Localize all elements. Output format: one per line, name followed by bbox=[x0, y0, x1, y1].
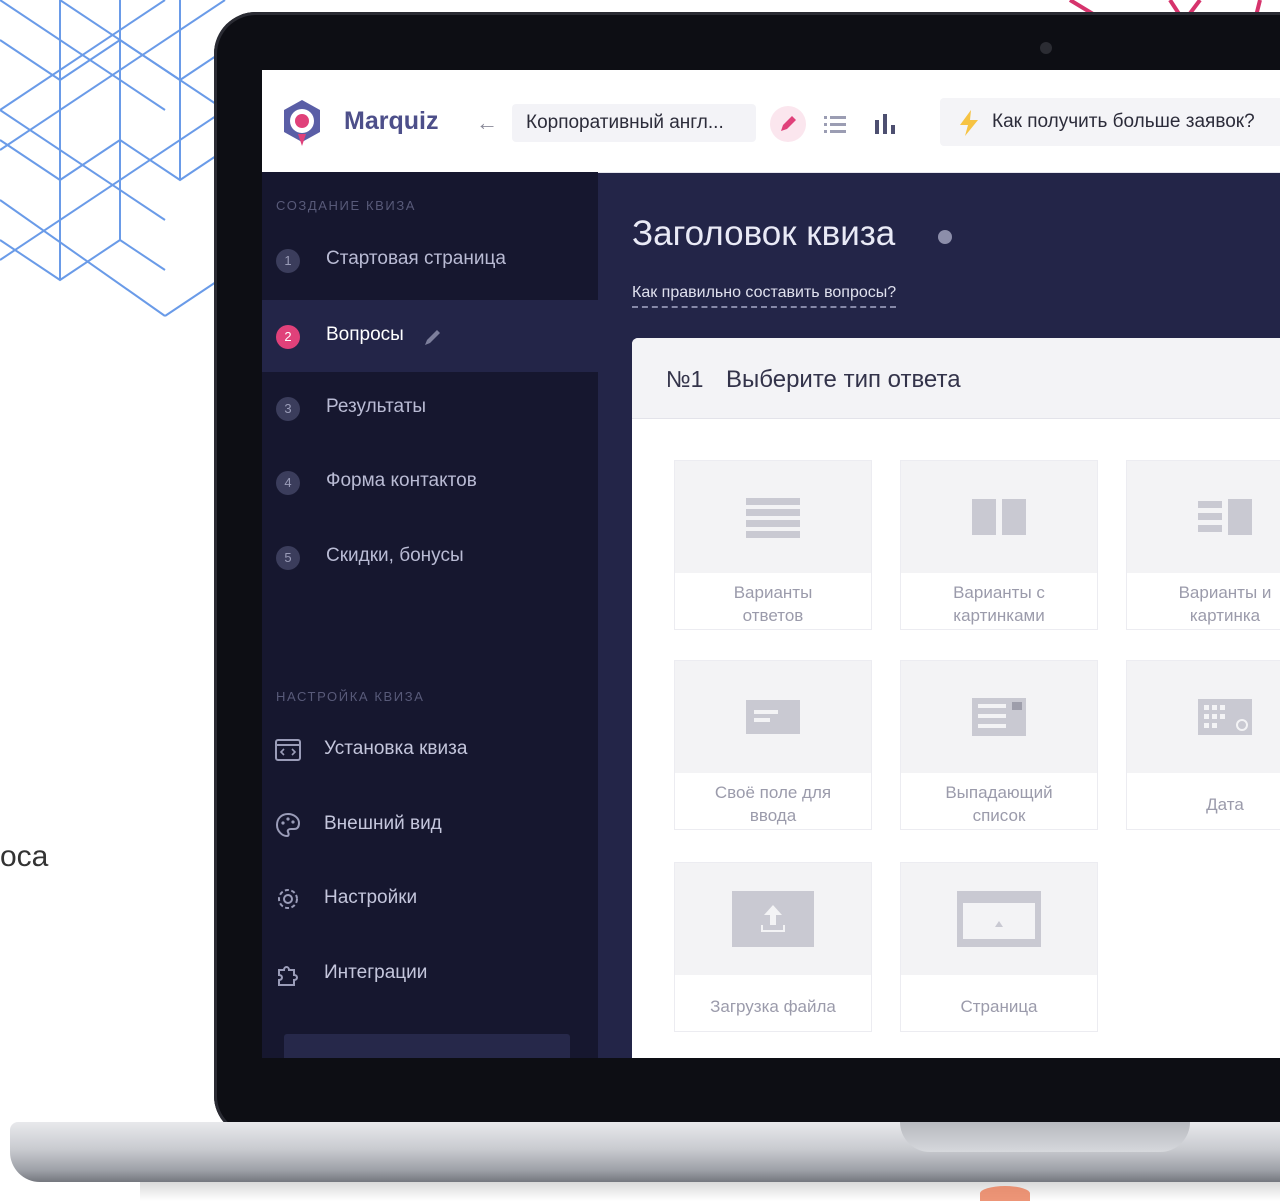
step-label: Результаты bbox=[326, 396, 427, 417]
stats-bars-icon[interactable] bbox=[872, 110, 898, 138]
sidebar-bottom-button[interactable] bbox=[284, 1034, 570, 1058]
step-label: Вопросы bbox=[326, 324, 404, 345]
how-to-questions-link[interactable]: Как правильно составить вопросы? bbox=[632, 284, 897, 308]
sidebar-item-label: Внешний вид bbox=[324, 813, 442, 834]
sidebar-item-label: Настройки bbox=[324, 887, 418, 908]
answer-type-options[interactable]: Варианты ответов bbox=[674, 460, 872, 630]
answer-type-image-options[interactable]: Варианты с картинками bbox=[900, 460, 1098, 630]
sidebar-item-settings[interactable]: Настройки bbox=[262, 869, 598, 929]
section-title-settings: НАСТРОЙКА КВИЗА bbox=[276, 689, 425, 704]
page-icon bbox=[957, 891, 1041, 947]
text-field-icon bbox=[746, 700, 800, 734]
question-header: №1 Выберите тип ответа bbox=[632, 338, 1280, 419]
sidebar-step-results[interactable]: 3 Результаты bbox=[262, 372, 598, 444]
step-number: 2 bbox=[276, 325, 300, 349]
quiz-title[interactable]: Заголовок квиза bbox=[632, 214, 895, 254]
step-number: 1 bbox=[276, 249, 300, 273]
step-label: Скидки, бонусы bbox=[326, 545, 464, 566]
step-label: Форма контактов bbox=[326, 470, 477, 491]
marquiz-logo-icon[interactable] bbox=[276, 96, 328, 148]
calendar-icon bbox=[1198, 699, 1252, 735]
answer-type-date[interactable]: Дата bbox=[1126, 660, 1280, 830]
answer-type-label: Варианты ответов bbox=[733, 583, 813, 625]
answer-type-label: Выпадающий список bbox=[945, 783, 1053, 825]
answer-type-options-and-image[interactable]: Варианты и картинка bbox=[1126, 460, 1280, 630]
list-view-icon[interactable] bbox=[822, 110, 848, 138]
brand-name[interactable]: Marquiz bbox=[344, 107, 438, 136]
palette-icon bbox=[275, 812, 301, 838]
step-number: 5 bbox=[276, 546, 300, 570]
answer-type-page[interactable]: Страница bbox=[900, 862, 1098, 1032]
answer-type-label: Загрузка файла bbox=[710, 997, 836, 1016]
step-number: 4 bbox=[276, 471, 300, 495]
answer-type-dropdown[interactable]: Выпадающий список bbox=[900, 660, 1098, 830]
sidebar-item-label: Интеграции bbox=[324, 962, 428, 983]
sidebar-item-label: Установка квиза bbox=[324, 738, 468, 759]
section-title-creation: СОЗДАНИЕ КВИЗА bbox=[276, 198, 417, 213]
lightning-icon bbox=[960, 110, 978, 136]
question-number: №1 bbox=[666, 366, 704, 392]
step-number: 3 bbox=[276, 397, 300, 421]
question-panel: №1 Выберите тип ответа Варианты ответов bbox=[632, 338, 1280, 1058]
answer-type-label: Страница bbox=[960, 997, 1038, 1016]
sidebar: СОЗДАНИЕ КВИЗА 1 Стартовая страница 2 Во… bbox=[262, 172, 598, 1058]
laptop-camera bbox=[1040, 42, 1052, 54]
answer-type-label: Варианты и картинка bbox=[1178, 583, 1272, 625]
image-options-icon bbox=[972, 499, 1026, 535]
quiz-name-field[interactable]: Корпоративный англ... bbox=[512, 104, 756, 142]
sidebar-step-discounts[interactable]: 5 Скидки, бонусы bbox=[262, 521, 598, 593]
answer-type-text-field[interactable]: Своё поле для ввода bbox=[674, 660, 872, 830]
help-icon[interactable] bbox=[938, 230, 952, 244]
slide-side-text: оса bbox=[0, 840, 49, 873]
puzzle-icon bbox=[278, 966, 298, 986]
back-arrow-icon[interactable]: ← bbox=[472, 108, 502, 138]
answer-type-label: Своё поле для ввода bbox=[714, 783, 832, 825]
answer-type-file-upload[interactable]: Загрузка файла bbox=[674, 862, 872, 1032]
app-screen: Marquiz ← Корпоративный англ... Как полу… bbox=[262, 70, 1280, 1058]
decorative-accent bbox=[980, 1186, 1030, 1201]
laptop-shadow bbox=[140, 1182, 1280, 1201]
sidebar-step-contact-form[interactable]: 4 Форма контактов bbox=[262, 446, 598, 518]
answer-type-label: Варианты с картинками bbox=[953, 583, 1045, 625]
dropdown-list-icon bbox=[972, 698, 1026, 736]
laptop-notch bbox=[900, 1122, 1190, 1152]
options-and-image-icon bbox=[1198, 499, 1252, 535]
sidebar-step-start-page[interactable]: 1 Стартовая страница bbox=[262, 224, 598, 296]
pencil-icon[interactable] bbox=[422, 326, 444, 348]
main-content: Заголовок квиза Как правильно составить … bbox=[598, 172, 1280, 1058]
get-more-leads-label: Как получить больше заявок? bbox=[992, 111, 1255, 132]
edit-mode-button[interactable] bbox=[770, 106, 806, 142]
code-window-icon bbox=[275, 739, 301, 761]
step-label: Стартовая страница bbox=[326, 248, 506, 269]
get-more-leads-link[interactable]: Как получить больше заявок? bbox=[940, 98, 1280, 146]
sidebar-step-questions[interactable]: 2 Вопросы bbox=[262, 300, 598, 372]
gear-icon bbox=[278, 889, 298, 909]
list-options-icon bbox=[746, 498, 800, 538]
answer-type-label: Дата bbox=[1206, 795, 1244, 814]
upload-icon bbox=[732, 891, 814, 947]
top-bar: Marquiz ← Корпоративный англ... Как полу… bbox=[262, 70, 1280, 173]
sidebar-item-install[interactable]: Установка квиза bbox=[262, 720, 598, 780]
sidebar-item-integrations[interactable]: Интеграции bbox=[262, 944, 598, 1004]
pencil-icon bbox=[781, 116, 796, 131]
decorative-cube-pattern bbox=[0, 0, 240, 317]
question-prompt: Выберите тип ответа bbox=[726, 366, 961, 393]
sidebar-item-appearance[interactable]: Внешний вид bbox=[262, 795, 598, 855]
